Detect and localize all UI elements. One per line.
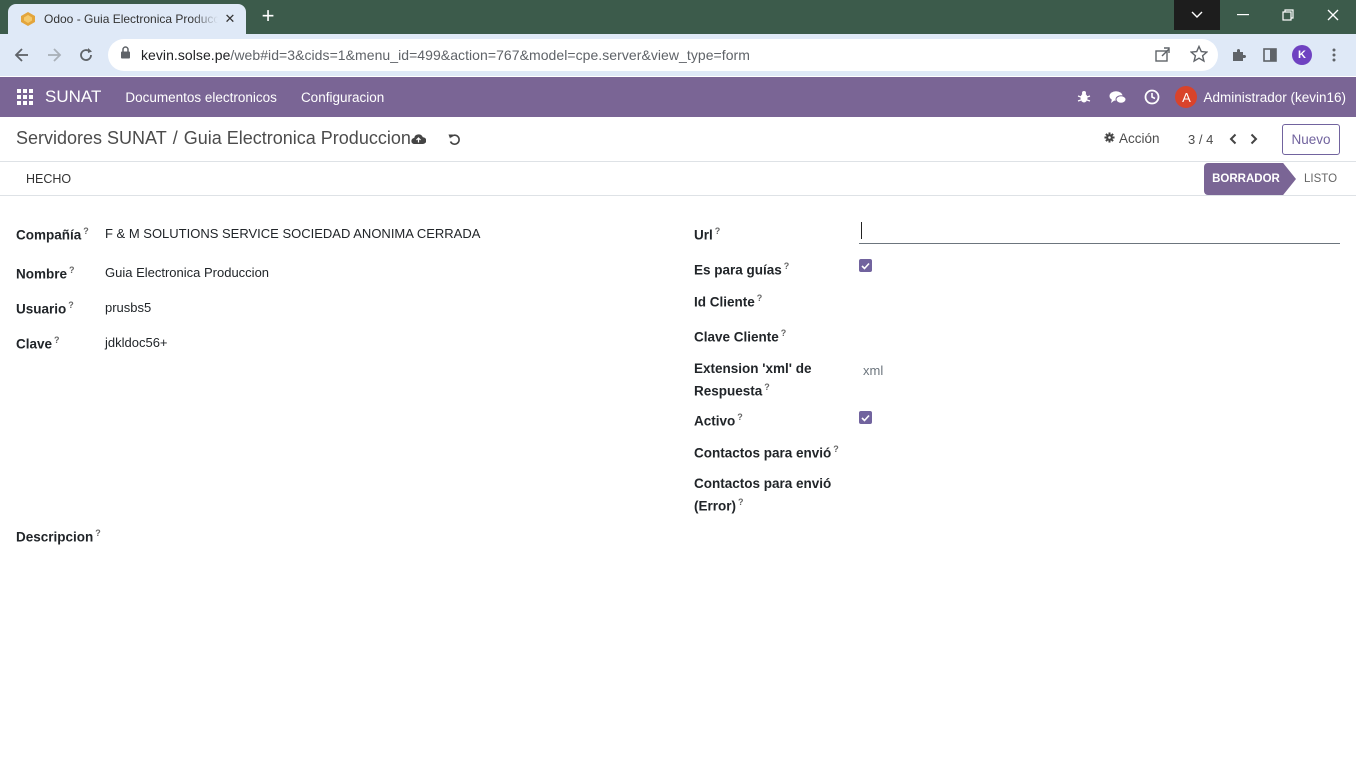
user-menu[interactable]: A Administrador (kevin16) [1175, 86, 1346, 108]
tab-search-icon[interactable] [1174, 0, 1220, 30]
checkmark-icon [861, 414, 870, 422]
text-cursor [861, 222, 862, 239]
field-label-activo: Activo? [694, 412, 743, 429]
pager-value[interactable]: 3 / 4 [1188, 132, 1213, 147]
forward-arrow-icon[interactable] [42, 43, 66, 67]
back-arrow-icon[interactable] [10, 43, 34, 67]
action-label: Acción [1119, 131, 1160, 146]
field-value-usuario[interactable]: prusbs5 [105, 298, 151, 317]
menu-documentos-electronicos[interactable]: Documentos electronicos [125, 90, 277, 105]
breadcrumb-current: Guia Electronica Produccion [183, 128, 411, 148]
field-label-clave-cliente: Clave Cliente? [694, 328, 787, 345]
help-tooltip-icon[interactable]: ? [781, 328, 787, 338]
extensions-puzzle-icon[interactable] [1227, 43, 1251, 67]
new-record-button[interactable]: Nuevo [1282, 124, 1340, 155]
apps-grid-icon[interactable] [17, 89, 33, 105]
help-tooltip-icon[interactable]: ? [54, 335, 60, 345]
field-label-nombre: Nombre? [16, 265, 75, 282]
browser-menu-icon[interactable] [1322, 43, 1346, 67]
help-tooltip-icon[interactable]: ? [738, 497, 744, 507]
odoo-favicon-icon [20, 11, 36, 27]
field-value-extension-xml[interactable]: xml [863, 361, 883, 380]
field-label-es-para-guias: Es para guías? [694, 261, 790, 278]
save-cloud-icon[interactable] [410, 131, 426, 147]
help-tooltip-icon[interactable]: ? [833, 444, 839, 454]
field-value-nombre[interactable]: Guia Electronica Produccion [105, 263, 269, 282]
main-navbar: SUNAT Documentos electronicos Configurac… [0, 77, 1356, 117]
breadcrumb-separator: / [172, 128, 178, 148]
help-tooltip-icon[interactable]: ? [69, 265, 75, 275]
pager-next-icon[interactable] [1246, 130, 1262, 148]
bookmark-star-icon[interactable] [1189, 44, 1209, 68]
browser-toolbar: kevin.solse.pe/web#id=3&cids=1&menu_id=4… [0, 34, 1356, 76]
field-value-compania[interactable]: F & M SOLUTIONS SERVICE SOCIEDAD ANONIMA… [105, 224, 480, 243]
profile-avatar[interactable]: K [1290, 43, 1314, 67]
checkmark-icon [861, 262, 870, 270]
gear-icon [1104, 131, 1115, 146]
side-panel-icon[interactable] [1258, 43, 1282, 67]
field-label-extension-xml: Extension 'xml' de Respuesta? [694, 361, 812, 399]
help-tooltip-icon[interactable]: ? [757, 293, 763, 303]
field-label-compania: Compañía? [16, 226, 89, 243]
form-statusbar: HECHO BORRADOR LISTO [0, 162, 1356, 196]
new-tab-icon[interactable]: + [256, 5, 280, 29]
activity-clock-icon[interactable] [1135, 77, 1169, 117]
user-avatar: A [1175, 86, 1198, 108]
action-menu-button[interactable]: Acción [1104, 131, 1160, 146]
field-value-clave[interactable]: jdkldoc56+ [105, 333, 168, 352]
url-input[interactable] [859, 220, 1340, 244]
es-para-guias-checkbox[interactable] [859, 259, 872, 272]
help-tooltip-icon[interactable]: ? [68, 300, 74, 310]
field-label-descripcion: Descripcion? [16, 528, 101, 545]
breadcrumb-parent[interactable]: Servidores SUNAT [16, 128, 167, 149]
field-label-url: Url? [694, 226, 721, 243]
user-name: Administrador (kevin16) [1203, 89, 1346, 105]
stage-borrador[interactable]: BORRADOR [1204, 163, 1296, 195]
help-tooltip-icon[interactable]: ? [715, 226, 721, 236]
url-host: kevin.solse.pe [141, 47, 231, 63]
restore-icon[interactable] [1265, 0, 1311, 30]
reload-icon[interactable] [74, 43, 98, 67]
browser-tab[interactable]: Odoo - Guia Electronica Producción ✕ [8, 4, 246, 34]
field-label-contactos-envio-error: Contactos para envió (Error)? [694, 476, 832, 514]
minimize-icon[interactable] [1220, 0, 1266, 30]
field-label-usuario: Usuario? [16, 300, 74, 317]
field-label-id-cliente: Id Cliente? [694, 293, 763, 310]
control-panel: Servidores SUNAT / Guia Electronica Prod… [0, 117, 1356, 162]
discard-undo-icon[interactable] [446, 131, 462, 147]
help-tooltip-icon[interactable]: ? [764, 382, 770, 392]
profile-initial: K [1292, 45, 1312, 65]
app-brand[interactable]: SUNAT [45, 87, 101, 107]
help-tooltip-icon[interactable]: ? [737, 412, 743, 422]
chat-messages-icon[interactable] [1101, 77, 1135, 117]
hecho-button[interactable]: HECHO [16, 168, 81, 190]
breadcrumb: Servidores SUNAT / Guia Electronica Prod… [16, 128, 411, 149]
share-icon[interactable] [1154, 45, 1172, 68]
help-tooltip-icon[interactable]: ? [784, 261, 790, 271]
browser-tabstrip: Odoo - Guia Electronica Producción ✕ + [0, 0, 1356, 34]
tab-title: Odoo - Guia Electronica Producción [44, 12, 218, 26]
lock-icon[interactable] [120, 46, 131, 64]
field-label-contactos-envio: Contactos para envió? [694, 444, 839, 461]
activo-checkbox[interactable] [859, 411, 872, 424]
debug-bug-icon[interactable] [1067, 77, 1101, 117]
menu-configuracion[interactable]: Configuracion [301, 90, 384, 105]
close-window-icon[interactable] [1310, 0, 1356, 30]
stage-listo[interactable]: LISTO [1304, 163, 1337, 195]
address-bar[interactable]: kevin.solse.pe/web#id=3&cids=1&menu_id=4… [108, 39, 1218, 71]
pager-previous-icon[interactable] [1225, 130, 1241, 148]
field-label-clave: Clave? [16, 335, 60, 352]
help-tooltip-icon[interactable]: ? [83, 226, 89, 236]
tab-close-icon[interactable]: ✕ [222, 11, 238, 27]
help-tooltip-icon[interactable]: ? [95, 528, 101, 538]
url-path: /web#id=3&cids=1&menu_id=499&action=767&… [230, 47, 750, 63]
